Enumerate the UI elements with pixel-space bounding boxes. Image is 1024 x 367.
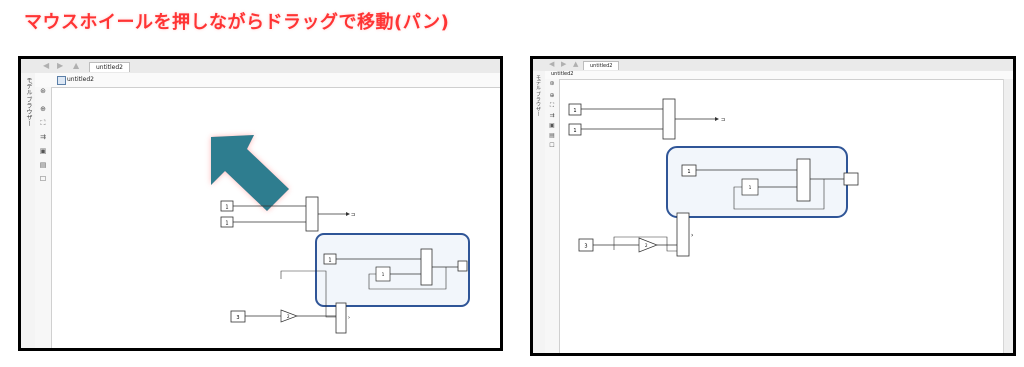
terminator-icon[interactable]: ⊐ [351, 212, 355, 218]
subsystem-block-label: 1 [749, 185, 752, 190]
model-browser-strip[interactable]: モデル ブラウザー [21, 73, 36, 348]
right-simulink-window: ◀ ▶ ▲ untitled2 モデル ブラウザー untitled2 ⊛ ⊕ … [533, 59, 1013, 353]
image-icon[interactable]: ▣ [38, 147, 48, 156]
constant-block-c-value: 1 [687, 169, 690, 175]
arrow-routing-icon[interactable]: ⇉ [38, 133, 48, 142]
mux-block-middle[interactable] [796, 158, 811, 202]
mux-block-top[interactable] [305, 196, 319, 232]
fit-view-icon[interactable]: ⛶ [38, 119, 48, 128]
output-chevron-icon: › [348, 315, 350, 321]
hide-browser-icon[interactable]: ⊛ [38, 87, 48, 96]
address-label[interactable]: untitled2 [67, 76, 94, 83]
constant-block-b-value: 1 [225, 221, 228, 227]
model-browser-label: モデル ブラウザー [25, 77, 32, 127]
left-screenshot-frame: ◀ ▶ ▲ untitled2 モデル ブラウザー untitled2 ⊛ ⊕ … [18, 56, 503, 351]
model-browser-label: モデル ブラウザー [535, 75, 541, 117]
constant-block-d-value: 3 [236, 315, 239, 321]
constant-block-d-value: 3 [584, 244, 587, 250]
scope-block[interactable] [457, 260, 468, 272]
hide-browser-icon[interactable]: ⊛ [547, 79, 557, 88]
address-label[interactable]: untitled2 [551, 71, 573, 77]
zoom-icon[interactable]: ⊕ [547, 91, 557, 100]
constant-block-c-value: 1 [328, 258, 331, 264]
up-arrow-icon[interactable]: ▲ [573, 60, 578, 68]
back-arrow-icon[interactable]: ◀ [549, 60, 554, 68]
mux-block-middle[interactable] [420, 248, 433, 286]
constant-block-a-value: 1 [225, 205, 228, 211]
scope-block[interactable] [843, 172, 859, 186]
terminator-icon[interactable]: ⊐ [721, 117, 725, 123]
forward-arrow-icon[interactable]: ▶ [57, 61, 63, 70]
constant-block-a-value: 1 [573, 108, 576, 114]
constant-block-b-value: 1 [573, 128, 576, 134]
checkbox-icon[interactable]: ☐ [547, 141, 557, 150]
up-arrow-icon[interactable]: ▲ [73, 61, 79, 70]
tab-untitled2[interactable]: untitled2 [89, 62, 130, 72]
vertical-scrollbar[interactable] [1003, 79, 1013, 353]
subsystem-block-label: 1 [382, 272, 385, 277]
checkbox-icon[interactable]: ☐ [38, 175, 48, 184]
model-icon [57, 76, 66, 85]
left-simulink-window: ◀ ▶ ▲ untitled2 モデル ブラウザー untitled2 ⊛ ⊕ … [21, 59, 500, 348]
back-arrow-icon[interactable]: ◀ [43, 61, 49, 70]
block-palette: ⊛ ⊕ ⛶ ⇉ ▣ ▤ ☐ [35, 87, 52, 348]
gain-block[interactable] [638, 237, 658, 253]
output-chevron-icon: › [691, 232, 693, 239]
address-bar: untitled2 [35, 73, 500, 88]
image-icon[interactable]: ▣ [547, 121, 557, 130]
right-screenshot-frame: ◀ ▶ ▲ untitled2 モデル ブラウザー untitled2 ⊛ ⊕ … [530, 56, 1016, 356]
forward-arrow-icon[interactable]: ▶ [561, 60, 566, 68]
fit-view-icon[interactable]: ⛶ [547, 101, 557, 110]
mux-block-bottom[interactable] [676, 212, 690, 257]
annotation-icon[interactable]: ▤ [38, 161, 48, 170]
block-palette: ⊛ ⊕ ⛶ ⇉ ▣ ▤ ☐ [545, 79, 560, 353]
annotation-icon[interactable]: ▤ [547, 131, 557, 140]
mux-block-top[interactable] [662, 98, 676, 140]
page-heading: マウスホイールを押しながらドラッグで移動(パン) [24, 12, 450, 33]
arrow-routing-icon[interactable]: ⇉ [547, 111, 557, 120]
pan-direction-arrow-icon [211, 135, 289, 211]
zoom-icon[interactable]: ⊕ [38, 105, 48, 114]
tab-bar: ◀ ▶ ▲ untitled2 [21, 59, 500, 74]
model-canvas[interactable]: 1 1 ⊐ 1 1 3 2 › [559, 79, 1003, 353]
mux-block-bottom[interactable] [335, 302, 347, 334]
model-canvas[interactable]: 1 1 ⊐ 1 1 3 2 › [51, 87, 500, 348]
tab-untitled2[interactable]: untitled2 [583, 61, 620, 70]
